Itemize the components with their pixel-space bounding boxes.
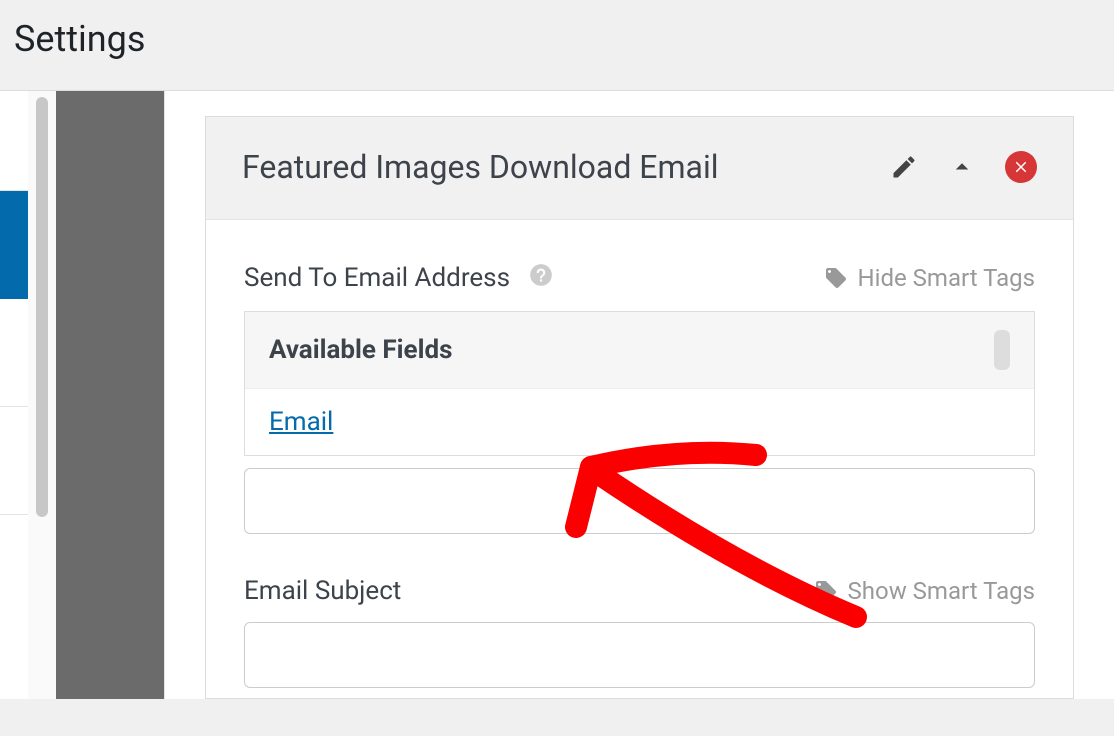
subject-label-text: Email Subject bbox=[244, 576, 401, 606]
panel-header: Featured Images Download Email bbox=[206, 117, 1073, 220]
field-row-sendto: Send To Email Address Hide Smart Tags bbox=[244, 262, 1035, 295]
sendto-input[interactable] bbox=[244, 468, 1035, 534]
sidebar-tab[interactable] bbox=[0, 91, 28, 191]
collapse-icon[interactable] bbox=[947, 152, 977, 182]
tag-icon bbox=[814, 579, 838, 603]
mini-scrollbar[interactable] bbox=[994, 330, 1010, 370]
page-title: Settings bbox=[14, 18, 1100, 60]
panel-actions bbox=[889, 147, 1037, 183]
subject-input[interactable] bbox=[244, 622, 1035, 688]
hide-smart-tags-button[interactable]: Hide Smart Tags bbox=[824, 264, 1036, 292]
hide-smart-tags-label: Hide Smart Tags bbox=[858, 264, 1036, 292]
main-panel: Featured Images Download Email bbox=[164, 91, 1114, 699]
available-fields-header: Available Fields bbox=[245, 312, 1034, 389]
show-smart-tags-button[interactable]: Show Smart Tags bbox=[814, 577, 1035, 605]
tag-icon bbox=[824, 266, 848, 290]
scrollbar-thumb[interactable] bbox=[36, 97, 48, 517]
notification-panel: Featured Images Download Email bbox=[205, 116, 1074, 699]
sidebar-tab[interactable] bbox=[0, 299, 28, 407]
available-fields-body: Email bbox=[245, 389, 1034, 455]
workspace: Featured Images Download Email bbox=[0, 91, 1114, 699]
panel-backdrop bbox=[56, 91, 164, 699]
panel-title: Featured Images Download Email bbox=[242, 147, 719, 189]
available-fields-box: Available Fields Email bbox=[244, 311, 1035, 456]
sidebar-tab[interactable] bbox=[0, 515, 28, 623]
sendto-label-text: Send To Email Address bbox=[244, 263, 510, 293]
email-field-link[interactable]: Email bbox=[269, 407, 333, 437]
scrollbar-track[interactable] bbox=[28, 91, 56, 699]
edit-icon[interactable] bbox=[889, 152, 919, 182]
help-icon[interactable] bbox=[528, 262, 554, 295]
field-label-subject: Email Subject bbox=[244, 576, 401, 606]
sidebar-tab[interactable] bbox=[0, 407, 28, 515]
panel-body: Send To Email Address Hide Smart Tags Av… bbox=[206, 220, 1073, 698]
show-smart-tags-label: Show Smart Tags bbox=[848, 577, 1035, 605]
page-title-bar: Settings bbox=[0, 0, 1114, 91]
available-fields-title: Available Fields bbox=[269, 335, 452, 365]
close-icon[interactable] bbox=[1005, 151, 1037, 183]
sidebar-tab-active[interactable] bbox=[0, 191, 28, 299]
sidebar-rail bbox=[0, 91, 28, 699]
field-row-subject: Email Subject Show Smart Tags bbox=[244, 576, 1035, 606]
field-label-sendto: Send To Email Address bbox=[244, 262, 554, 295]
